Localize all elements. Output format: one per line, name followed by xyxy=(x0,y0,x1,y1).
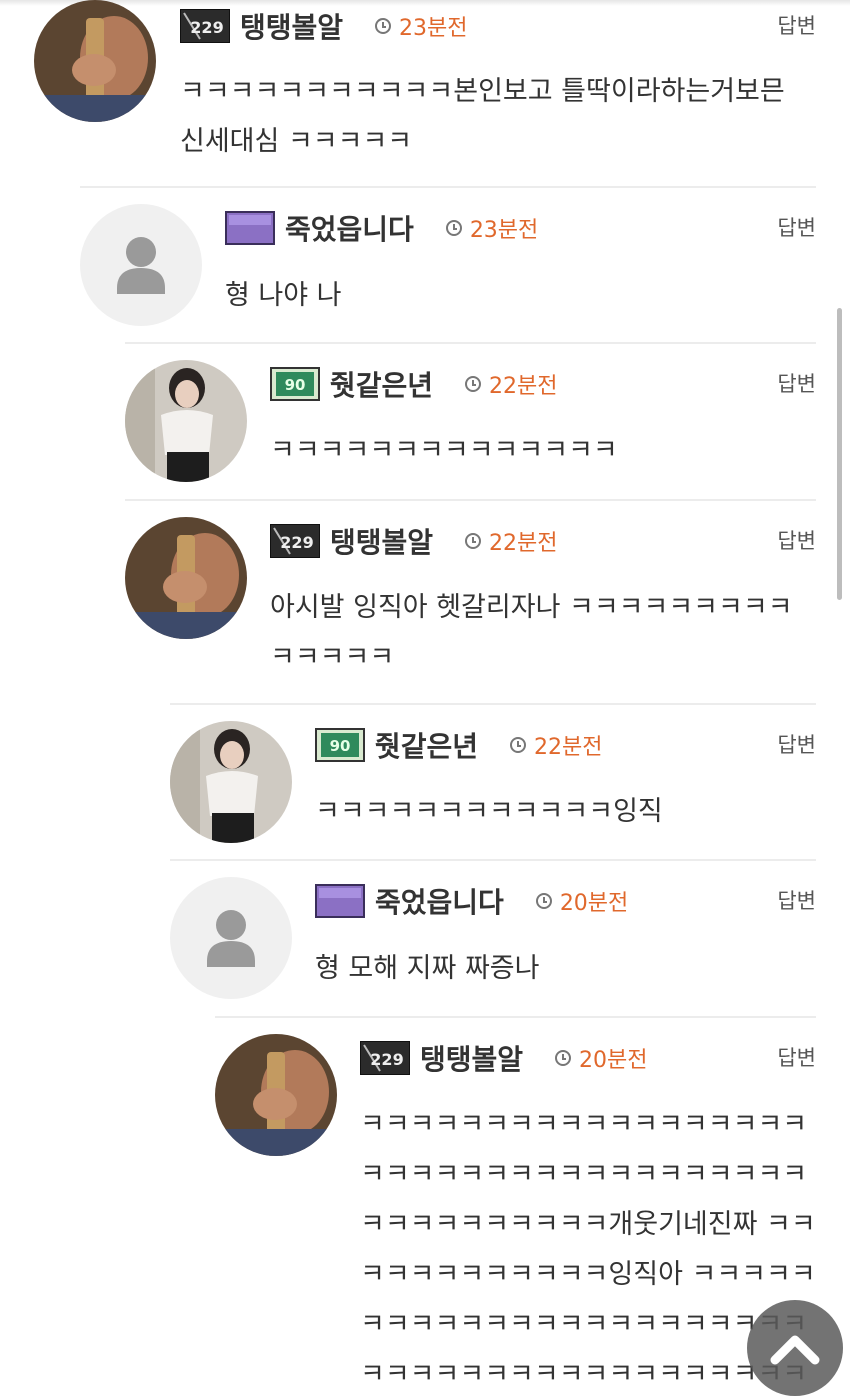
comment-text: ㅋㅋㅋㅋㅋㅋㅋㅋㅋㅋㅋㅋ잉직 xyxy=(315,796,663,827)
avatar[interactable] xyxy=(34,0,156,122)
user-silhouette-icon xyxy=(117,237,165,294)
level-badge-icon xyxy=(225,211,275,245)
comment-item: 229 탱탱볼알 23분전 답변 ㅋㅋㅋㅋㅋㅋㅋㅋㅋㅋㅋ본인보고 틀딱이라하는거… xyxy=(34,0,816,186)
comment-item: 죽었읍니다 23분전 답변 형 나야 나 xyxy=(80,186,816,342)
clock-icon xyxy=(375,18,392,34)
comment-item: 90 줫같은년 22분전 답변 ㅋㅋㅋㅋㅋㅋㅋㅋㅋㅋㅋㅋㅋㅋ xyxy=(125,342,816,499)
reply-button[interactable]: 답변 xyxy=(777,212,816,242)
reply-button[interactable]: 답변 xyxy=(777,1042,816,1072)
comment-meta: 죽었읍니다 20분전 xyxy=(315,879,628,923)
reply-button[interactable]: 답변 xyxy=(777,10,816,40)
scrollbar[interactable] xyxy=(837,308,842,600)
comment-time: 22분전 xyxy=(534,735,603,760)
comment-meta: 229 탱탱볼알 23분전 xyxy=(180,4,468,48)
comment-text: ㅋㅋㅋㅋㅋㅋㅋㅋㅋㅋㅋㅋㅋㅋ xyxy=(270,435,618,466)
clock-icon xyxy=(445,220,462,236)
clock-icon xyxy=(510,737,527,753)
clock-icon xyxy=(465,376,482,392)
nickname[interactable]: 죽었읍니다 xyxy=(285,208,414,248)
reply-button[interactable]: 답변 xyxy=(777,525,816,555)
avatar[interactable] xyxy=(125,360,247,482)
level-badge-icon: 90 xyxy=(315,728,365,762)
comment-meta: 90 줫같은년 22분전 xyxy=(315,723,603,767)
level-badge-icon: 229 xyxy=(270,524,320,558)
comment-text: ㅋㅋㅋㅋㅋㅋㅋㅋㅋㅋㅋ본인보고 틀딱이라하는거보믄 신세대심 ㅋㅋㅋㅋㅋ xyxy=(180,76,785,157)
level-badge-icon xyxy=(315,884,365,918)
scroll-top-button[interactable] xyxy=(747,1300,843,1396)
clock-icon xyxy=(465,533,482,549)
avatar[interactable] xyxy=(170,721,292,843)
avatar[interactable] xyxy=(125,517,247,639)
avatar[interactable] xyxy=(215,1034,337,1156)
level-badge-icon: 229 xyxy=(180,9,230,43)
divider xyxy=(80,186,816,188)
nickname[interactable]: 줫같은년 xyxy=(330,364,433,404)
comment-time: 22분전 xyxy=(489,531,558,556)
clock-icon xyxy=(535,893,552,909)
svg-text:229: 229 xyxy=(190,18,223,37)
comment-time: 23분전 xyxy=(399,16,468,41)
level-badge-icon: 229 xyxy=(360,1041,410,1075)
avatar[interactable] xyxy=(170,877,292,999)
user-silhouette-icon xyxy=(207,910,255,967)
comment-time: 20분전 xyxy=(559,891,629,916)
comment-item: 229 탱탱볼알 20분전 답변 ㅋㅋㅋㅋㅋㅋㅋㅋㅋㅋㅋㅋㅋㅋㅋㅋㅋㅋㅋㅋㅋㅋㅋ… xyxy=(215,1016,816,1398)
reply-button[interactable]: 답변 xyxy=(777,729,816,759)
avatar[interactable] xyxy=(80,204,202,326)
reply-button[interactable]: 답변 xyxy=(777,368,816,398)
svg-text:229: 229 xyxy=(370,1050,403,1069)
comment-item: 229 탱탱볼알 22분전 답변 아시발 잉직아 헷갈리자나 ㅋㅋㅋㅋㅋㅋㅋㅋㅋ… xyxy=(125,499,816,703)
divider xyxy=(215,1016,816,1018)
comment-meta: 229 탱탱볼알 22분전 xyxy=(270,519,558,563)
divider xyxy=(170,703,816,705)
comment-item: 90 줫같은년 22분전 답변 ㅋㅋㅋㅋㅋㅋㅋㅋㅋㅋㅋㅋ잉직 xyxy=(170,703,816,859)
comment-text: 형 나야 나 xyxy=(225,280,342,311)
level-badge-icon: 90 xyxy=(270,367,320,401)
comment-item: 죽었읍니다 20분전 답변 형 모해 지짜 짜증나 xyxy=(170,859,816,1016)
divider xyxy=(170,859,816,861)
nickname[interactable]: 줫같은년 xyxy=(375,725,478,765)
svg-text:229: 229 xyxy=(280,533,313,552)
divider xyxy=(125,499,816,501)
comment-text: 형 모해 지짜 짜증나 xyxy=(315,953,540,984)
nickname[interactable]: 탱탱볼알 xyxy=(330,521,433,561)
nickname[interactable]: 탱탱볼알 xyxy=(420,1038,523,1078)
svg-text:90: 90 xyxy=(330,737,351,755)
chevron-up-icon xyxy=(770,1335,820,1365)
svg-text:90: 90 xyxy=(285,376,306,394)
comment-time: 20분전 xyxy=(579,1048,648,1073)
comment-time: 22분전 xyxy=(489,374,558,399)
divider xyxy=(125,342,816,344)
nickname[interactable]: 죽었읍니다 xyxy=(375,881,504,921)
nickname[interactable]: 탱탱볼알 xyxy=(240,6,343,46)
comment-meta: 90 줫같은년 22분전 xyxy=(270,362,558,406)
comment-meta: 229 탱탱볼알 20분전 xyxy=(360,1036,648,1080)
comment-meta: 죽었읍니다 23분전 xyxy=(225,206,538,250)
comment-text: 아시발 잉직아 헷갈리자나 ㅋㅋㅋㅋㅋㅋㅋㅋㅋㅋㅋㅋㅋㅋ xyxy=(270,592,793,673)
comment-time: 23분전 xyxy=(469,218,539,243)
clock-icon xyxy=(555,1050,572,1066)
reply-button[interactable]: 답변 xyxy=(777,885,816,915)
